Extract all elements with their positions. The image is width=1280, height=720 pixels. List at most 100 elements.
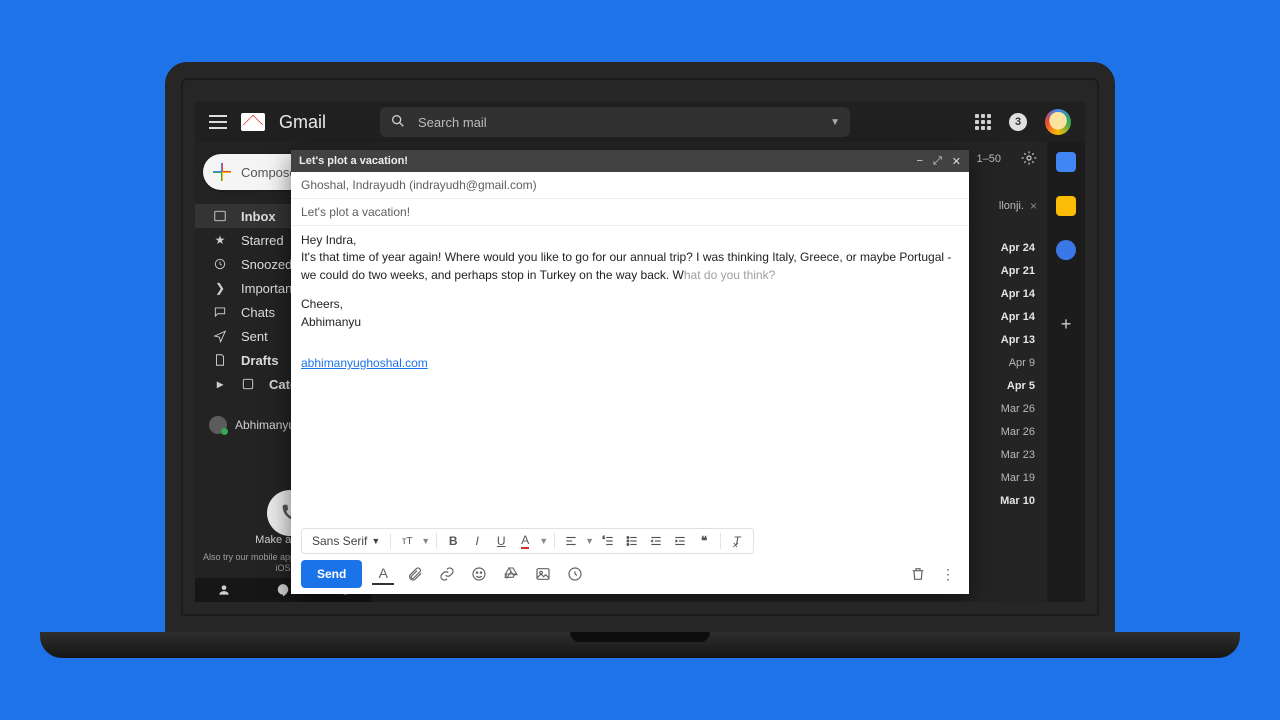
sidebar-item-label: Important (241, 281, 296, 296)
indent-more-button[interactable] (670, 531, 690, 551)
account-avatar[interactable] (1045, 109, 1071, 135)
compose-footer: Send A ⋮ (291, 554, 969, 594)
close-icon[interactable]: ✕ (952, 155, 961, 168)
italic-button[interactable]: I (467, 531, 487, 551)
drive-icon[interactable] (500, 563, 522, 585)
numbered-list-button[interactable]: 1 (598, 531, 618, 551)
search-options-icon[interactable]: ▼ (830, 117, 840, 128)
page-indicator: 1–50 (977, 153, 1001, 165)
clock-icon (213, 257, 227, 271)
apps-grid-icon[interactable] (975, 114, 991, 130)
chevron-right-icon: ▸ (213, 377, 227, 391)
hangouts-user-name: Abhimanyu (235, 418, 295, 432)
compose-label: Compose (241, 165, 297, 180)
mail-row-date[interactable]: Apr 13 (967, 328, 1047, 351)
keep-icon[interactable] (1056, 196, 1076, 216)
settings-gear-icon[interactable] (1021, 150, 1037, 169)
compose-window: Let's plot a vacation! − ⤢ ✕ Ghoshal, In… (291, 150, 969, 594)
font-family-label: Sans Serif (312, 534, 367, 548)
hangouts-icon[interactable] (274, 581, 292, 599)
menu-icon[interactable] (209, 115, 227, 129)
date-column: llonji. × Apr 24Apr 21Apr 14Apr 14Apr 13… (967, 176, 1047, 512)
bullet-list-button[interactable] (622, 531, 642, 551)
compose-body[interactable]: Hey Indra, It's that time of year again!… (291, 226, 969, 528)
brand-text: Gmail (279, 112, 326, 133)
mail-row-date[interactable]: Apr 21 (967, 259, 1047, 282)
font-family-select[interactable]: Sans Serif ▼ (308, 534, 384, 548)
compose-title: Let's plot a vacation! (299, 155, 408, 167)
link-icon[interactable] (436, 563, 458, 585)
tasks-icon[interactable] (1056, 240, 1076, 260)
mail-row-date[interactable]: Apr 14 (967, 282, 1047, 305)
fullscreen-icon[interactable]: ⤢ (933, 155, 942, 168)
text-color-button[interactable]: A (515, 531, 535, 551)
gmail-screen: Gmail Search mail ▼ 3 (195, 102, 1085, 602)
presence-icon (209, 416, 227, 434)
mail-row-peek[interactable]: llonji. × (967, 176, 1047, 236)
addons-plus-icon[interactable]: + (1061, 314, 1072, 335)
inbox-icon (213, 209, 227, 223)
to-field[interactable]: Ghoshal, Indrayudh (indrayudh@gmail.com) (291, 172, 969, 199)
indent-less-button[interactable] (646, 531, 666, 551)
chevron-down-icon: ▼ (585, 536, 594, 546)
mail-row-date[interactable]: Apr 9 (967, 351, 1047, 374)
formatting-toolbar: Sans Serif ▼ тT ▼ B I U A ▼ ▼ 1 (301, 528, 754, 554)
plus-icon (213, 163, 231, 181)
sidebar-item-label: Sent (241, 329, 268, 344)
body-closing: Cheers, (301, 296, 959, 313)
drafts-icon (213, 353, 227, 367)
sidebar-item-label: Snoozed (241, 257, 292, 272)
laptop-mock: Gmail Search mail ▼ 3 (165, 62, 1115, 658)
sidebar-item-label: Drafts (241, 353, 279, 368)
gmail-header: Gmail Search mail ▼ 3 (195, 102, 1085, 142)
remove-formatting-button[interactable]: T✕ (727, 531, 747, 551)
star-icon: ★ (213, 233, 227, 247)
mail-sender-peek: llonji. (999, 200, 1024, 212)
calendar-icon[interactable] (1056, 152, 1076, 172)
confidential-icon[interactable] (564, 563, 586, 585)
image-icon[interactable] (532, 563, 554, 585)
compose-titlebar[interactable]: Let's plot a vacation! − ⤢ ✕ (291, 150, 969, 172)
screen-frame: Gmail Search mail ▼ 3 (165, 62, 1115, 632)
send-button[interactable]: Send (301, 560, 362, 588)
sidebar-item-label: Inbox (241, 209, 276, 224)
mail-row-date[interactable]: Mar 10 (967, 489, 1047, 512)
mail-row-date[interactable]: Apr 5 (967, 374, 1047, 397)
mail-row-date[interactable]: Mar 26 (967, 420, 1047, 443)
search-input[interactable]: Search mail ▼ (380, 107, 850, 137)
categories-icon (241, 377, 255, 391)
chat-icon (213, 305, 227, 319)
mail-row-date[interactable]: Mar 19 (967, 466, 1047, 489)
right-rail: + (1047, 142, 1085, 602)
body-paragraph: It's that time of year again! Where woul… (301, 249, 959, 284)
sidebar-item-label: Chats (241, 305, 275, 320)
search-icon (390, 113, 406, 132)
underline-button[interactable]: U (491, 531, 511, 551)
gmail-logo-icon (241, 113, 265, 131)
discard-icon[interactable] (907, 563, 929, 585)
notifications-badge[interactable]: 3 (1009, 113, 1027, 131)
mail-row-date[interactable]: Mar 26 (967, 397, 1047, 420)
chevron-down-icon: ▼ (371, 536, 380, 546)
mail-row-date[interactable]: Mar 23 (967, 443, 1047, 466)
signature-link[interactable]: abhimanyughoshal.com (301, 356, 428, 370)
more-options-icon[interactable]: ⋮ (937, 563, 959, 585)
font-size-button[interactable]: тT (397, 531, 417, 551)
close-icon[interactable]: × (1030, 199, 1037, 213)
attach-icon[interactable] (404, 563, 426, 585)
body-greeting: Hey Indra, (301, 232, 959, 249)
chevron-down-icon: ▼ (539, 536, 548, 546)
person-icon[interactable] (215, 581, 233, 599)
sidebar-item-label: Starred (241, 233, 284, 248)
minimize-icon[interactable]: − (917, 155, 923, 168)
formatting-toggle-button[interactable]: A (372, 563, 394, 585)
mail-row-date[interactable]: Apr 24 (967, 236, 1047, 259)
mail-row-date[interactable]: Apr 14 (967, 305, 1047, 328)
align-button[interactable] (561, 531, 581, 551)
svg-text:1: 1 (603, 536, 605, 540)
body-signature-name: Abhimanyu (301, 314, 959, 331)
emoji-icon[interactable] (468, 563, 490, 585)
bold-button[interactable]: B (443, 531, 463, 551)
quote-button[interactable]: ❝ (694, 531, 714, 551)
subject-field[interactable]: Let's plot a vacation! (291, 199, 969, 226)
